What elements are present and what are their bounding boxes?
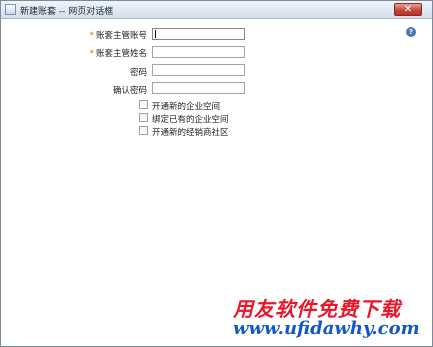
watermark-logo: 用友软件免费下载 www.ufidawhy.com [233, 293, 428, 341]
field-row-manager-name: * 账套主管姓名 [61, 46, 147, 59]
field-row-password: 密码 [61, 65, 147, 78]
manager-account-input[interactable] [152, 28, 245, 40]
field-row-manager-account: * 账套主管账号 [61, 28, 147, 41]
new-enterprise-space-label[interactable]: 开通新的企业空间 [152, 100, 220, 112]
new-dealer-community-checkbox[interactable] [139, 126, 148, 135]
confirm-password-input[interactable] [152, 82, 245, 94]
field-row-confirm-password: 确认密码 [61, 83, 147, 96]
title-bar[interactable]: 新建账套 -- 网页对话框 ✕ [1, 1, 432, 19]
dialog-window: 新建账套 -- 网页对话框 ✕ ? * 账套主管账号 * 账套主管姓名 密码 确认密… [0, 0, 433, 347]
new-dealer-community-label[interactable]: 开通新的经销商社区 [152, 126, 229, 138]
manager-name-input[interactable] [152, 46, 245, 58]
required-mark: * [89, 49, 94, 59]
dialog-app-icon [5, 4, 16, 15]
watermark-url-text: www.ufidawhy.com [233, 318, 420, 339]
manager-name-label: * 账套主管姓名 [89, 49, 147, 59]
password-label: 密码 [129, 68, 147, 78]
new-enterprise-space-checkbox[interactable] [139, 100, 148, 109]
close-button[interactable]: ✕ [394, 3, 422, 16]
password-input[interactable] [152, 64, 245, 76]
text-caret [155, 30, 156, 38]
bind-enterprise-space-checkbox[interactable] [139, 113, 148, 122]
confirm-password-label: 确认密码 [112, 86, 147, 96]
bind-enterprise-space-label[interactable]: 绑定已有的企业空间 [152, 113, 229, 125]
window-title: 新建账套 -- 网页对话框 [20, 7, 114, 17]
manager-account-label: * 账套主管账号 [89, 31, 147, 41]
required-mark: * [89, 31, 94, 41]
help-icon[interactable]: ? [406, 27, 416, 37]
